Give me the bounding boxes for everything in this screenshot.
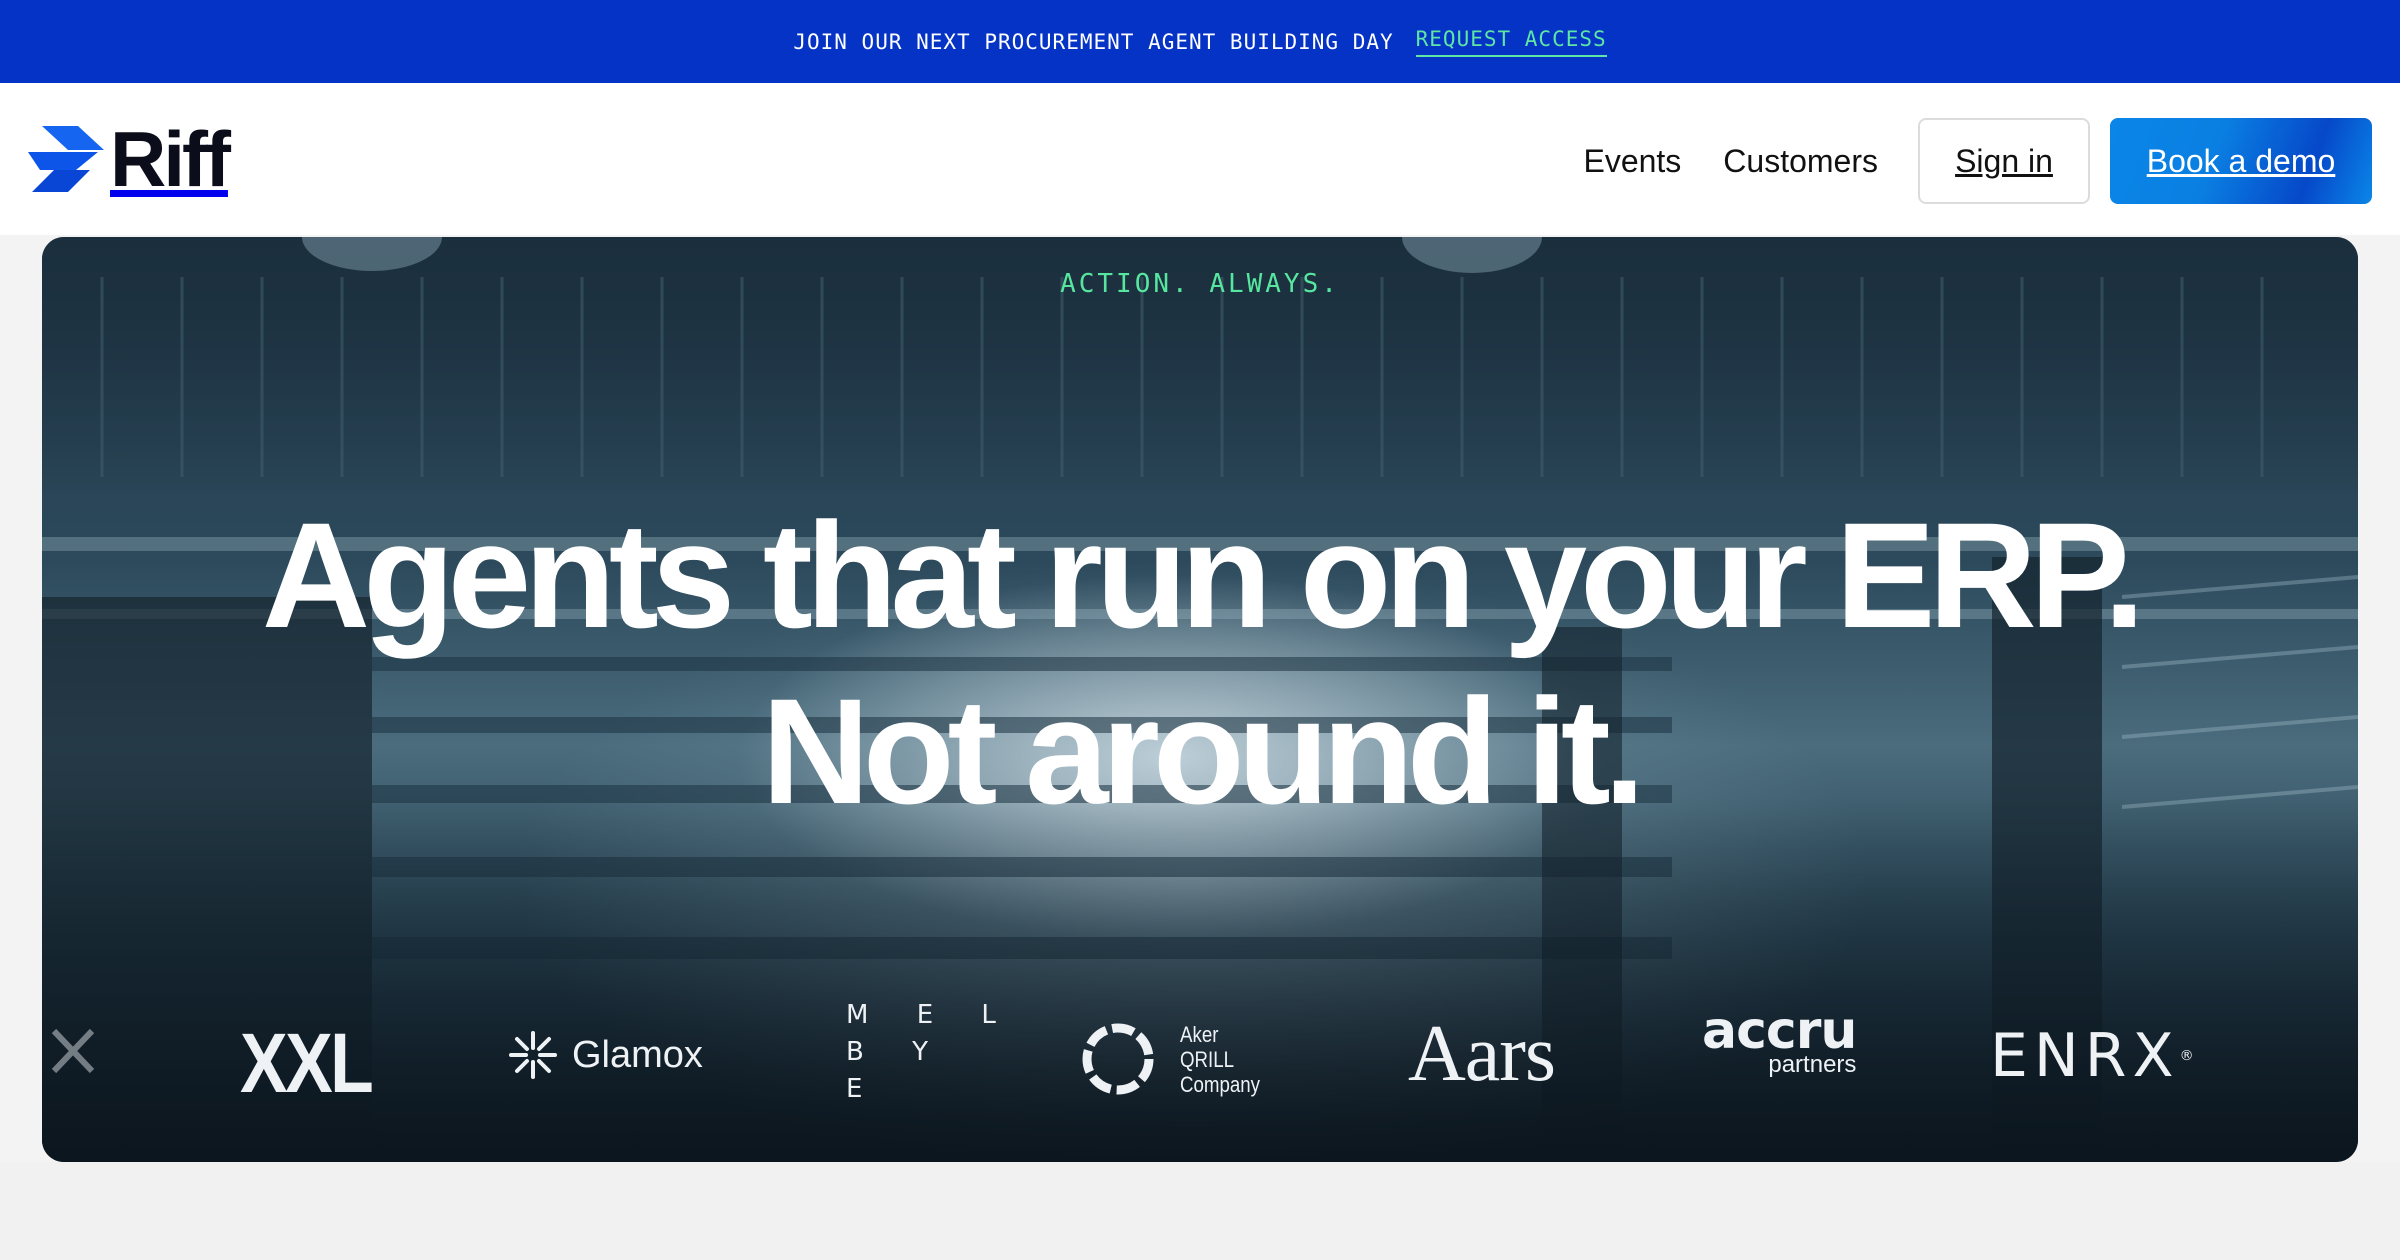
announcement-text: JOIN OUR NEXT PROCUREMENT AGENT BUILDING…	[793, 29, 1394, 54]
partial-logo: X	[48, 1025, 100, 1077]
nav-customers-link[interactable]: Customers	[1723, 143, 1878, 180]
glamox-wordmark: Glamox	[572, 1033, 703, 1076]
main-nav: Events Customers Sign in Book a demo	[1583, 118, 2372, 204]
announcement-bar: JOIN OUR NEXT PROCUREMENT AGENT BUILDING…	[0, 0, 2400, 83]
glamox-star-icon	[509, 1031, 557, 1079]
below-hero-area	[0, 1162, 2400, 1260]
book-demo-button[interactable]: Book a demo	[2110, 118, 2372, 204]
site-header: Riff Events Customers Sign in Book a dem…	[0, 83, 2400, 235]
aker-ring-icon	[1082, 1023, 1154, 1095]
aker-line2: QRILL	[1180, 1046, 1235, 1072]
logo-wordmark: Riff	[110, 115, 231, 203]
customer-logo-strip: X XXL Glamox M E L B Y E	[42, 997, 2358, 1127]
hero-section: ACTION. ALWAYS. Agents that run on your …	[42, 237, 2358, 1162]
nav-events-link[interactable]: Events	[1583, 143, 1681, 180]
enrx-logo: ENRX ®	[1990, 1021, 2194, 1091]
riff-chevron-icon	[28, 126, 104, 192]
accru-partners-logo: accru partners	[1702, 1001, 1857, 1077]
request-access-link[interactable]: REQUEST ACCESS	[1415, 27, 1607, 57]
hero-tagline: ACTION. ALWAYS.	[1060, 269, 1340, 299]
aker-line3: Company	[1180, 1071, 1261, 1097]
riff-logo[interactable]: Riff	[28, 115, 231, 203]
aker-line1: Aker	[1180, 1021, 1219, 1047]
melbye-row1: M E L	[846, 1000, 1016, 1030]
sign-in-button[interactable]: Sign in	[1918, 118, 2090, 204]
aars-logo: Aars	[1408, 1010, 1556, 1098]
enrx-registered-mark: ®	[2179, 1048, 2194, 1064]
hero-headline: Agents that run on your ERP. Not around …	[42, 487, 2358, 839]
melbye-row2: B Y	[846, 1037, 948, 1067]
accru-wordmark: accru	[1702, 1001, 1857, 1061]
hero-headline-line2: Not around it.	[761, 667, 1646, 835]
aker-qrill-logo: Aker QRILL Company	[1078, 1019, 1274, 1099]
xxl-logo: XXL	[240, 1016, 374, 1110]
sign-in-label: Sign in	[1955, 142, 2053, 179]
aker-wordmark: Aker QRILL Company	[1180, 1022, 1260, 1097]
hero-headline-line1: Agents that run on your ERP.	[261, 491, 2145, 659]
melbye-logo: M E L B Y E	[846, 997, 1016, 1108]
glamox-logo: Glamox	[508, 1030, 703, 1080]
enrx-wordmark: ENRX	[1990, 1021, 2180, 1091]
partial-x-icon	[51, 1028, 95, 1074]
melbye-row3: E	[846, 1074, 883, 1104]
book-demo-label: Book a demo	[2146, 142, 2336, 179]
